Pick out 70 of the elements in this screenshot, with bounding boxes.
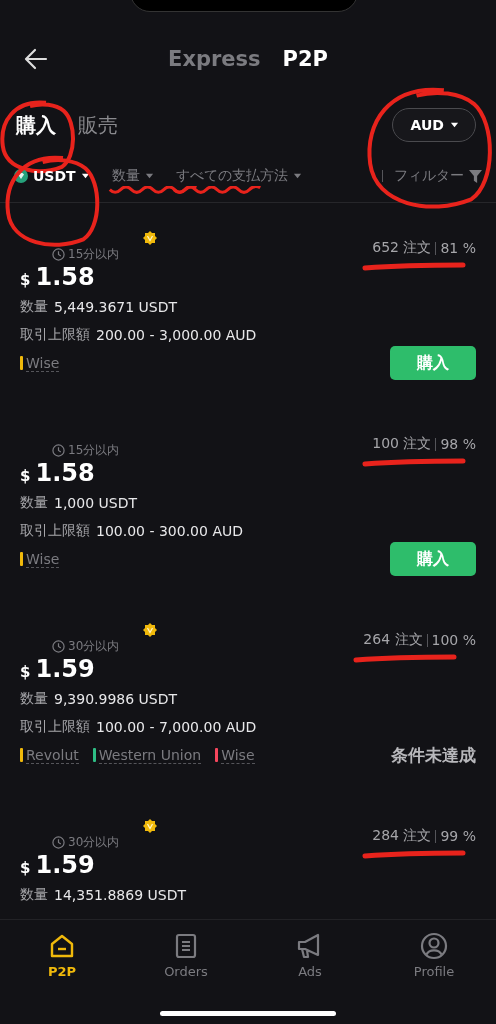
clock-icon <box>52 443 65 457</box>
nav-tab[interactable]: Orders <box>124 920 248 982</box>
clock-icon <box>52 835 65 849</box>
price: 1.58 <box>35 459 95 487</box>
time-limit: 30分以内 <box>68 637 120 655</box>
filter-dropdown[interactable]: 数量 <box>111 167 154 185</box>
completion-rate: 99 % <box>440 828 476 844</box>
completion-rate: 98 % <box>440 436 476 452</box>
filter-dropdown[interactable]: フィルター <box>382 167 482 185</box>
coin-icon <box>14 169 28 183</box>
price: 1.59 <box>35 655 95 683</box>
mode-tab[interactable]: Express <box>168 47 261 71</box>
caret-icon <box>450 122 459 128</box>
limit-label: 取引上限額 <box>20 522 90 540</box>
trade-tab[interactable]: 購入 <box>12 111 60 139</box>
nav-tab[interactable]: Profile <box>372 920 496 982</box>
caret-icon <box>292 173 302 179</box>
limit-value: 200.00 - 3,000.00 AUD <box>96 327 257 343</box>
quantity-label: 数量 <box>20 886 48 904</box>
payment-method: Western Union <box>98 746 202 764</box>
quantity-value: 14,351.8869 USDT <box>54 887 186 903</box>
filter-label: 数量 <box>111 167 140 185</box>
payment-method: Wise <box>221 746 255 764</box>
currency-dropdown[interactable]: AUD <box>391 108 476 142</box>
time-limit: 15分以内 <box>68 245 120 263</box>
currency-symbol: $ <box>20 467 31 485</box>
time-limit: 30分以内 <box>68 833 120 851</box>
payment-method: Revolut <box>26 746 79 764</box>
limit-value: 100.00 - 300.00 AUD <box>96 523 243 539</box>
currency-symbol: $ <box>20 663 31 681</box>
buy-button[interactable]: 購入 <box>390 542 476 576</box>
quantity-value: 9,390.9986 USDT <box>54 691 178 707</box>
price: 1.58 <box>35 263 95 291</box>
quantity-label: 数量 <box>20 690 48 708</box>
limit-label: 取引上限額 <box>20 718 90 736</box>
quantity-value: 5,449.3671 USDT <box>54 299 178 315</box>
caret-icon <box>80 173 90 179</box>
completion-rate: 81 % <box>440 240 476 256</box>
limit-label: 取引上限額 <box>20 326 90 344</box>
trade-tab[interactable]: 販売 <box>74 111 122 139</box>
quantity-label: 数量 <box>20 494 48 512</box>
limit-value: 100.00 - 7,000.00 AUD <box>96 719 257 735</box>
clock-icon <box>52 639 65 653</box>
currency-symbol: $ <box>20 859 31 877</box>
filter-icon <box>469 169 482 183</box>
completion-rate: 100 % <box>431 632 476 648</box>
quantity-value: 1,000 USDT <box>54 495 137 511</box>
order-count: 264 注文 <box>363 631 423 649</box>
price: 1.59 <box>35 851 95 879</box>
order-count: 100 注文 <box>372 435 432 453</box>
back-arrow-icon[interactable] <box>24 48 48 70</box>
order-count: 652 注文 <box>372 239 432 257</box>
currency-symbol: $ <box>20 271 31 289</box>
home-icon <box>48 932 76 960</box>
payment-method: Wise <box>26 354 60 372</box>
filter-label: フィルター <box>394 167 464 185</box>
status-label: 条件未達成 <box>391 744 476 767</box>
clock-icon <box>52 247 65 261</box>
payment-method: Wise <box>26 550 60 568</box>
quantity-label: 数量 <box>20 298 48 316</box>
filter-label: USDT <box>33 168 76 184</box>
nav-tab[interactable]: Ads <box>248 920 372 982</box>
nav-tab[interactable]: P2P <box>0 920 124 982</box>
caret-icon <box>144 173 154 179</box>
profile-icon <box>420 932 448 960</box>
buy-button[interactable]: 購入 <box>390 346 476 380</box>
filter-dropdown[interactable]: USDT <box>14 168 90 184</box>
order-count: 284 注文 <box>372 827 432 845</box>
mode-tab[interactable]: P2P <box>282 47 328 71</box>
time-limit: 15分以内 <box>68 441 120 459</box>
